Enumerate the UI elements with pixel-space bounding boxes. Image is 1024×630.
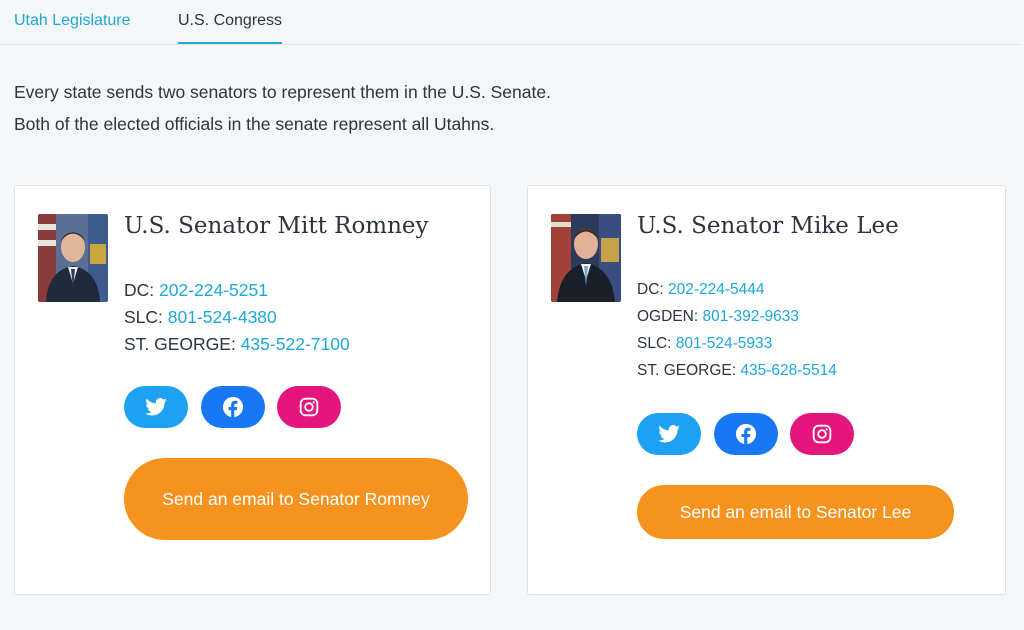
phone-row-slc: SLC: 801-524-4380 — [124, 304, 350, 331]
phone-link[interactable]: 202-224-5251 — [159, 280, 268, 300]
twitter-button[interactable] — [124, 386, 188, 428]
phone-label: SLC: — [637, 335, 676, 352]
phone-list: DC: 202-224-5251 SLC: 801-524-4380 ST. G… — [124, 277, 350, 358]
send-email-button[interactable]: Send an email to Senator Lee — [637, 485, 954, 539]
phone-row-dc: DC: 202-224-5444 — [637, 276, 837, 303]
senator-name: U.S. Senator Mitt Romney — [124, 213, 429, 239]
tab-us-congress[interactable]: U.S. Congress — [178, 12, 283, 44]
phone-row-dc: DC: 202-224-5251 — [124, 277, 350, 304]
senator-card-romney: U.S. Senator Mitt Romney DC: 202-224-525… — [14, 185, 491, 595]
instagram-button[interactable] — [277, 386, 341, 428]
facebook-button[interactable] — [714, 413, 778, 455]
intro-line-1: Every state sends two senators to repres… — [14, 82, 551, 102]
twitter-icon — [658, 425, 680, 443]
phone-link[interactable]: 435-628-5514 — [740, 362, 837, 379]
twitter-button[interactable] — [637, 413, 701, 455]
phone-label: ST. GEORGE: — [637, 362, 741, 379]
phone-label: SLC: — [124, 307, 168, 327]
phone-link[interactable]: 801-392-9633 — [702, 308, 799, 325]
phone-row-ogden: OGDEN: 801-392-9633 — [637, 303, 837, 330]
senator-name: U.S. Senator Mike Lee — [637, 213, 899, 239]
phone-label: DC: — [637, 281, 668, 298]
phone-row-st-george: ST. GEORGE: 435-628-5514 — [637, 357, 837, 384]
tab-bar: Utah Legislature U.S. Congress — [0, 0, 1020, 45]
phone-row-slc: SLC: 801-524-5933 — [637, 330, 837, 357]
send-email-button[interactable]: Send an email to Senator Romney — [124, 458, 468, 540]
instagram-icon — [812, 424, 832, 444]
phone-label: OGDEN: — [637, 308, 703, 325]
facebook-icon — [222, 396, 244, 418]
phone-link[interactable]: 801-524-5933 — [676, 335, 773, 352]
twitter-icon — [145, 398, 167, 416]
instagram-icon — [299, 397, 319, 417]
phone-list: DC: 202-224-5444 OGDEN: 801-392-9633 SLC… — [637, 276, 837, 384]
intro-line-2: Both of the elected officials in the sen… — [14, 114, 495, 134]
phone-row-st-george: ST. GEORGE: 435-522-7100 — [124, 331, 350, 358]
instagram-button[interactable] — [790, 413, 854, 455]
phone-link[interactable]: 202-224-5444 — [668, 281, 765, 298]
facebook-icon — [735, 423, 757, 445]
senator-card-lee: U.S. Senator Mike Lee DC: 202-224-5444 O… — [527, 185, 1006, 595]
phone-label: DC: — [124, 280, 159, 300]
intro-text: Every state sends two senators to repres… — [14, 76, 551, 140]
phone-label: ST. GEORGE: — [124, 334, 241, 354]
senator-photo — [551, 214, 621, 302]
phone-link[interactable]: 801-524-4380 — [168, 307, 277, 327]
phone-link[interactable]: 435-522-7100 — [241, 334, 350, 354]
senator-photo — [38, 214, 108, 302]
facebook-button[interactable] — [201, 386, 265, 428]
tab-utah-legislature[interactable]: Utah Legislature — [14, 12, 131, 42]
